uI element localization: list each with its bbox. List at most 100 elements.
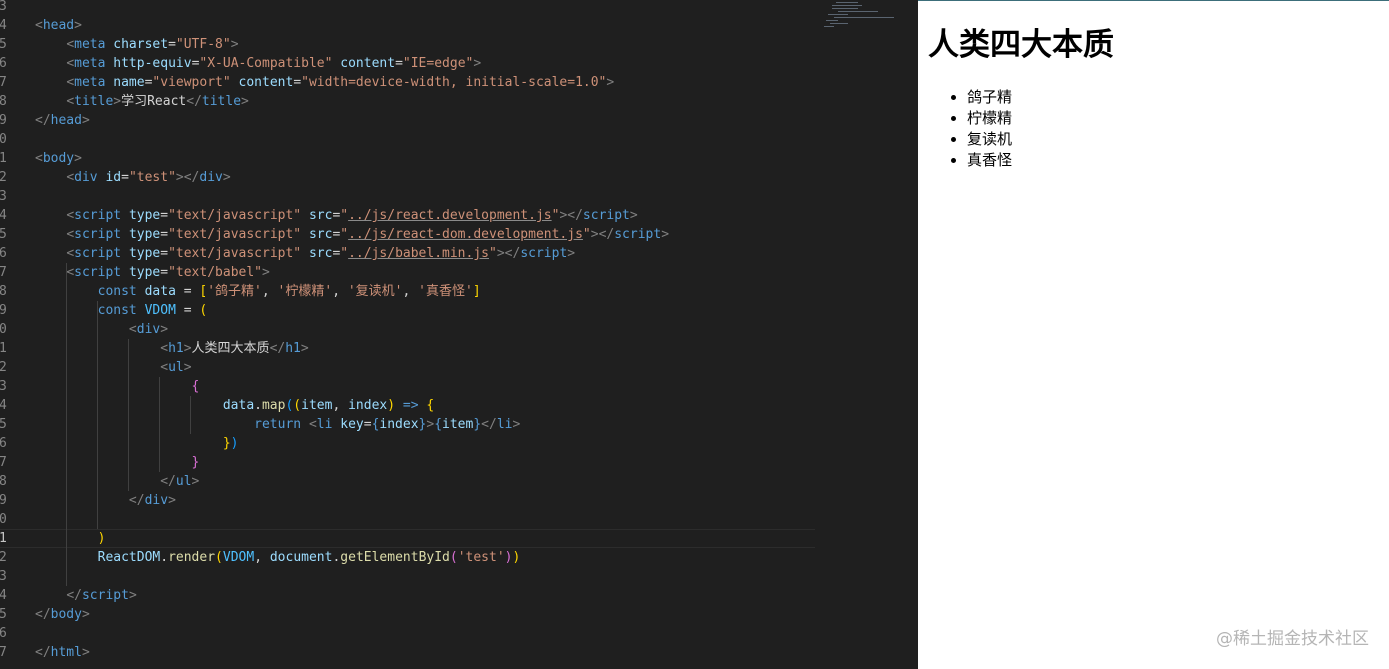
code-token: "text/babel" (168, 265, 262, 280)
code-line[interactable]: 5 <meta charset="UTF-8"> (0, 35, 918, 54)
code-line[interactable]: 1 <h1>人类四大本质</h1> (0, 339, 918, 358)
code-line[interactable]: 4 <script type="text/javascript" src="..… (0, 206, 918, 225)
code-token: script (81, 588, 129, 603)
code-line[interactable]: 1 <body> (0, 149, 918, 168)
code-token: < (160, 360, 169, 375)
code-line[interactable]: 4 </script> (0, 586, 918, 605)
line-number: 7 (0, 645, 7, 660)
list-item: 真香怪 (967, 150, 1012, 171)
code-token: " (340, 208, 349, 223)
code-token: ( (215, 550, 223, 565)
code-token: , (332, 398, 349, 413)
code-line[interactable]: 3 (0, 187, 918, 206)
code-line[interactable]: 9 const VDOM = ( (0, 301, 918, 320)
code-token: html (50, 645, 82, 660)
code-token: "text/javascript" (168, 227, 309, 242)
code-line[interactable]: 8 <title>学习React</title> (0, 92, 918, 111)
code-line[interactable]: 4 <head> (0, 16, 918, 35)
code-token: '柠檬精' (277, 284, 333, 299)
code-token: = (293, 75, 302, 90)
minimap-line (834, 17, 894, 18)
code-line[interactable]: 1 ) (0, 529, 815, 548)
code-line[interactable]: 6 }) (0, 434, 918, 453)
code-line[interactable]: 0 <div> (0, 320, 918, 339)
code-text: <head> (35, 16, 82, 35)
code-token: key (340, 417, 364, 432)
line-number: 4 (0, 588, 7, 603)
code-line[interactable]: 9 </div> (0, 491, 918, 510)
code-token: = (160, 246, 169, 261)
code-token: } (222, 436, 231, 451)
code-text: <ul> (35, 358, 191, 377)
code-text: <body> (35, 149, 82, 168)
code-token: > (74, 151, 82, 166)
code-line[interactable]: 2 <div id="test"></div> (0, 168, 918, 187)
code-line[interactable]: 6 <meta http-equiv = "X-UA-Compatible" con… (0, 54, 918, 73)
code-line[interactable]: 4 data.map((item, index) => { (0, 396, 918, 415)
code-line[interactable]: 8 </ul> (0, 472, 918, 491)
code-token: body (42, 151, 75, 166)
code-line[interactable]: 7 </html> (0, 643, 918, 662)
code-token: . (254, 398, 262, 413)
code-line[interactable]: 2 ReactDOM.render(VDOM, document.getElem… (0, 548, 918, 567)
code-token: > (300, 341, 309, 356)
code-text: <script type="text/javascript" src="../j… (35, 206, 638, 225)
code-line[interactable]: 3 (0, 567, 918, 586)
code-token: = (121, 170, 129, 185)
browser-preview: 人类四大本质 鸽子精 柠檬精 复读机 真香怪 @稀土掘金技术社区 (918, 0, 1389, 669)
code-token: name (113, 75, 145, 90)
minimap[interactable] (822, 0, 918, 40)
code-token: ></ (175, 170, 200, 185)
code-line[interactable]: 7 <script type="text/babel"> (0, 263, 918, 282)
code-line[interactable]: 6 <script type="text/javascript" src="..… (0, 244, 918, 263)
code-line[interactable]: 0 (0, 130, 918, 149)
code-line[interactable]: 3 { (0, 377, 918, 396)
code-token: = (160, 265, 169, 280)
code-text: { (35, 377, 200, 396)
code-token: > (241, 94, 249, 109)
code-line[interactable]: 7 <meta name="viewport" content="width=d… (0, 73, 918, 92)
code-token: > (81, 607, 90, 622)
code-line[interactable]: 7 } (0, 453, 918, 472)
code-line[interactable]: 5 </body> (0, 605, 918, 624)
code-token: type (128, 227, 161, 242)
code-line[interactable]: 8 const data = ['鸽子精', '柠檬精', '复读机', '真香… (0, 282, 918, 301)
code-token: src (308, 208, 333, 223)
code-token: = (168, 37, 176, 52)
line-number: 7 (0, 75, 7, 90)
code-line[interactable]: 5 return <li key={index}>{item}</li> (0, 415, 918, 434)
code-token: script (74, 227, 129, 242)
code-token: src (308, 246, 333, 261)
code-token: div (136, 322, 161, 337)
code-line[interactable]: 3 (0, 0, 918, 16)
code-token: meta (74, 56, 114, 71)
minimap-line (836, 2, 858, 3)
code-token: < (66, 246, 75, 261)
code-token: > (629, 208, 638, 223)
code-token: < (66, 170, 75, 185)
indent-guide (66, 263, 67, 586)
code-token: { (426, 398, 435, 413)
code-token: { (191, 379, 200, 394)
code-token: content (238, 75, 294, 90)
code-token: > (661, 227, 670, 242)
code-token: < (66, 94, 75, 109)
code-line[interactable]: 0 (0, 510, 918, 529)
code-text: <div> (35, 320, 168, 339)
code-token: index (348, 398, 388, 413)
code-line[interactable]: 9 </head> (0, 111, 918, 130)
code-line[interactable]: 2 <ul> (0, 358, 918, 377)
code-token: > (567, 246, 576, 261)
code-token: > (160, 322, 169, 337)
code-line[interactable]: 6 (0, 624, 918, 643)
code-line[interactable]: 5 <script type="text/javascript" src="..… (0, 225, 918, 244)
code-token: " (340, 227, 349, 242)
code-token: </ (481, 417, 497, 432)
code-editor[interactable]: 3 4 <head> 5 <meta charset="UTF-8"> 6 <meta … (0, 0, 918, 669)
line-number: 1 (0, 531, 7, 546)
code-token: title (201, 94, 242, 109)
code-token: } (473, 417, 482, 432)
code-token: script (74, 246, 129, 261)
